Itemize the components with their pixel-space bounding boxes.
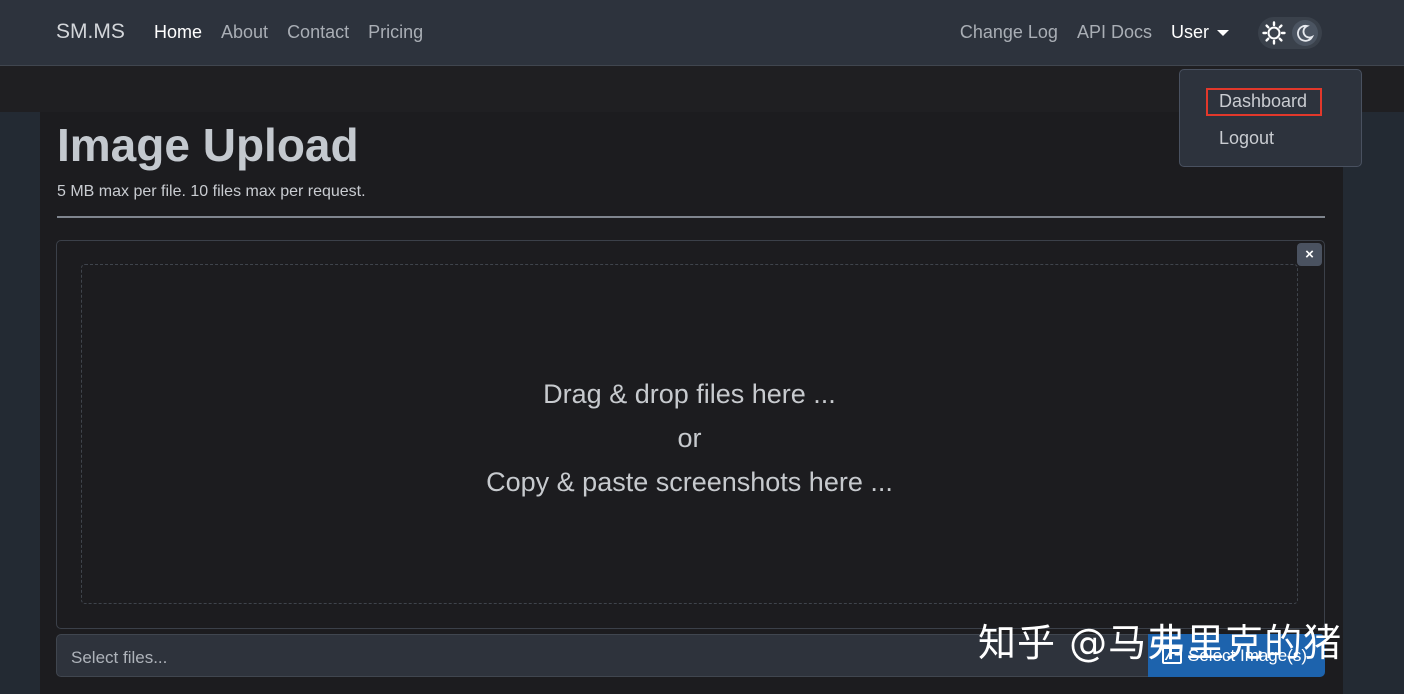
user-dropdown-menu: Dashboard Logout xyxy=(1179,69,1362,167)
nav-home[interactable]: Home xyxy=(154,22,202,43)
dark-mode-button[interactable] xyxy=(1292,20,1318,46)
drop-text-line1: Drag & drop files here ... xyxy=(543,379,836,409)
drop-text-line3: Copy & paste screenshots here ... xyxy=(486,467,893,497)
page-title: Image Upload xyxy=(57,119,359,171)
left-gutter xyxy=(0,112,40,694)
brand-logo[interactable]: SM.MS xyxy=(56,20,125,44)
nav-change-log[interactable]: Change Log xyxy=(960,22,1058,43)
dropdown-item-logout[interactable]: Logout xyxy=(1219,128,1274,149)
nav-left-menu: Home About Contact Pricing xyxy=(154,22,423,43)
drop-text-line2: or xyxy=(677,423,702,453)
page-subtitle: 5 MB max per file. 10 files max per requ… xyxy=(57,183,366,200)
nav-right-menu: Change Log API Docs User xyxy=(960,22,1229,43)
navbar: SM.MS Home About Contact Pricing Change … xyxy=(0,0,1404,66)
caret-down-icon xyxy=(1217,29,1229,36)
user-menu-toggle[interactable]: User xyxy=(1171,22,1229,43)
nav-api-docs[interactable]: API Docs xyxy=(1077,22,1152,43)
drop-instructions: Drag & drop files here ... or Copy & pas… xyxy=(81,372,1298,504)
nav-contact[interactable]: Contact xyxy=(287,22,349,43)
theme-switcher xyxy=(1258,17,1322,49)
dropdown-item-dashboard[interactable]: Dashboard xyxy=(1219,91,1307,112)
watermark-text: 知乎 @马弗里克的猪 xyxy=(978,621,1343,665)
nav-pricing[interactable]: Pricing xyxy=(368,22,423,43)
user-label: User xyxy=(1170,22,1209,42)
close-button[interactable]: × xyxy=(1297,243,1322,266)
right-gutter xyxy=(1343,112,1404,694)
nav-about[interactable]: About xyxy=(221,22,268,43)
sun-icon[interactable] xyxy=(1262,21,1286,45)
moon-icon xyxy=(1297,24,1315,42)
divider xyxy=(57,216,1325,218)
